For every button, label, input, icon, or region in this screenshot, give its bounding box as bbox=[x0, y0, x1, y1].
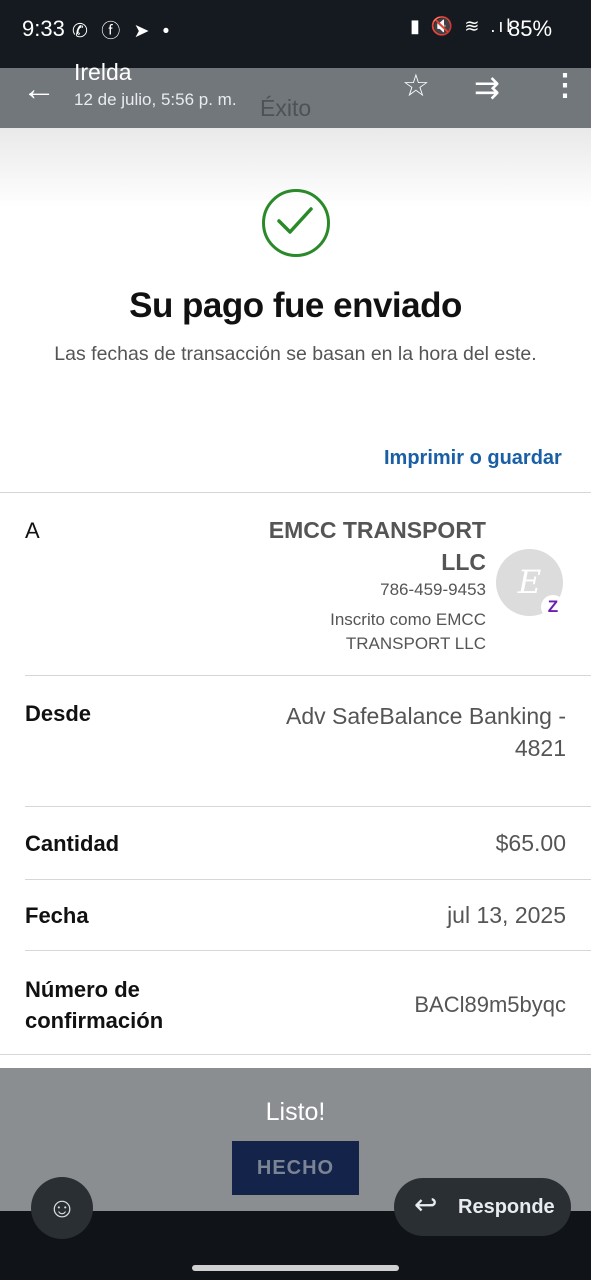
sender-name: Irelda bbox=[74, 59, 132, 85]
recipient-label: A bbox=[25, 518, 40, 543]
payment-receipt: Su pago fue enviado Las fechas de transa… bbox=[0, 128, 591, 1068]
divider bbox=[0, 492, 591, 493]
page-title: Éxito bbox=[260, 95, 312, 121]
reply-label: Responde bbox=[458, 1196, 555, 1218]
reply-arrow-icon: ↩ bbox=[414, 1189, 438, 1220]
battery-level: 85% bbox=[508, 16, 553, 41]
amount-label: Cantidad bbox=[25, 831, 120, 856]
done-message: Listo! bbox=[265, 1098, 326, 1126]
recipient-enrolled: Inscrito como EMCC TRANSPORT LLC bbox=[330, 610, 486, 653]
divider bbox=[25, 950, 591, 951]
print-or-save-link[interactable]: Imprimir o guardar bbox=[384, 447, 562, 470]
app-bar: ← Irelda 12 de julio, 5:56 p. m. Éxito ☆… bbox=[0, 59, 591, 128]
zelle-badge-icon: Z bbox=[541, 595, 565, 619]
emoji-reaction-icon[interactable]: ☺ bbox=[31, 1177, 93, 1239]
notification-icons: ✆ ⓕ ➤ • bbox=[72, 21, 174, 42]
divider bbox=[25, 806, 591, 807]
from-account: Adv SafeBalance Banking - 4821 bbox=[285, 703, 566, 761]
recipient-phone: 786-459-9453 bbox=[380, 580, 486, 599]
star-icon[interactable]: ☆ bbox=[402, 68, 430, 104]
confirmation-label: Número de confirmación bbox=[25, 977, 164, 1033]
divider bbox=[0, 1054, 591, 1055]
status-time: 9:33 bbox=[22, 16, 65, 41]
divider bbox=[25, 879, 591, 880]
divider bbox=[25, 675, 591, 676]
more-options-icon[interactable]: ⋮ bbox=[550, 68, 580, 103]
back-arrow-icon[interactable]: ← bbox=[22, 70, 56, 109]
date-label: Fecha bbox=[25, 903, 89, 928]
reply-button[interactable]: ↩ Responde bbox=[394, 1178, 571, 1236]
check-circle-icon bbox=[262, 189, 330, 257]
message-date: 12 de julio, 5:56 p. m. bbox=[74, 90, 237, 109]
from-label: Desde bbox=[25, 701, 92, 726]
success-title: Su pago fue enviado bbox=[129, 286, 462, 325]
done-button[interactable]: HECHO bbox=[232, 1141, 359, 1195]
timezone-note: Las fechas de transacción se basan en la… bbox=[54, 343, 537, 365]
recipient-name: EMCC TRANSPORT LLC bbox=[268, 517, 486, 575]
system-icons: ▮ 🔇 ≋ .ıl bbox=[410, 16, 514, 36]
forward-icon[interactable]: ⇉ bbox=[474, 70, 500, 106]
status-bar: 9:33 ✆ ⓕ ➤ • ▮ 🔇 ≋ .ıl 85% bbox=[0, 0, 591, 68]
home-handle[interactable] bbox=[192, 1265, 399, 1271]
date-value: jul 13, 2025 bbox=[447, 902, 566, 928]
amount-value: $65.00 bbox=[495, 830, 566, 856]
confirmation-number: BACl89m5byqc bbox=[414, 992, 566, 1017]
